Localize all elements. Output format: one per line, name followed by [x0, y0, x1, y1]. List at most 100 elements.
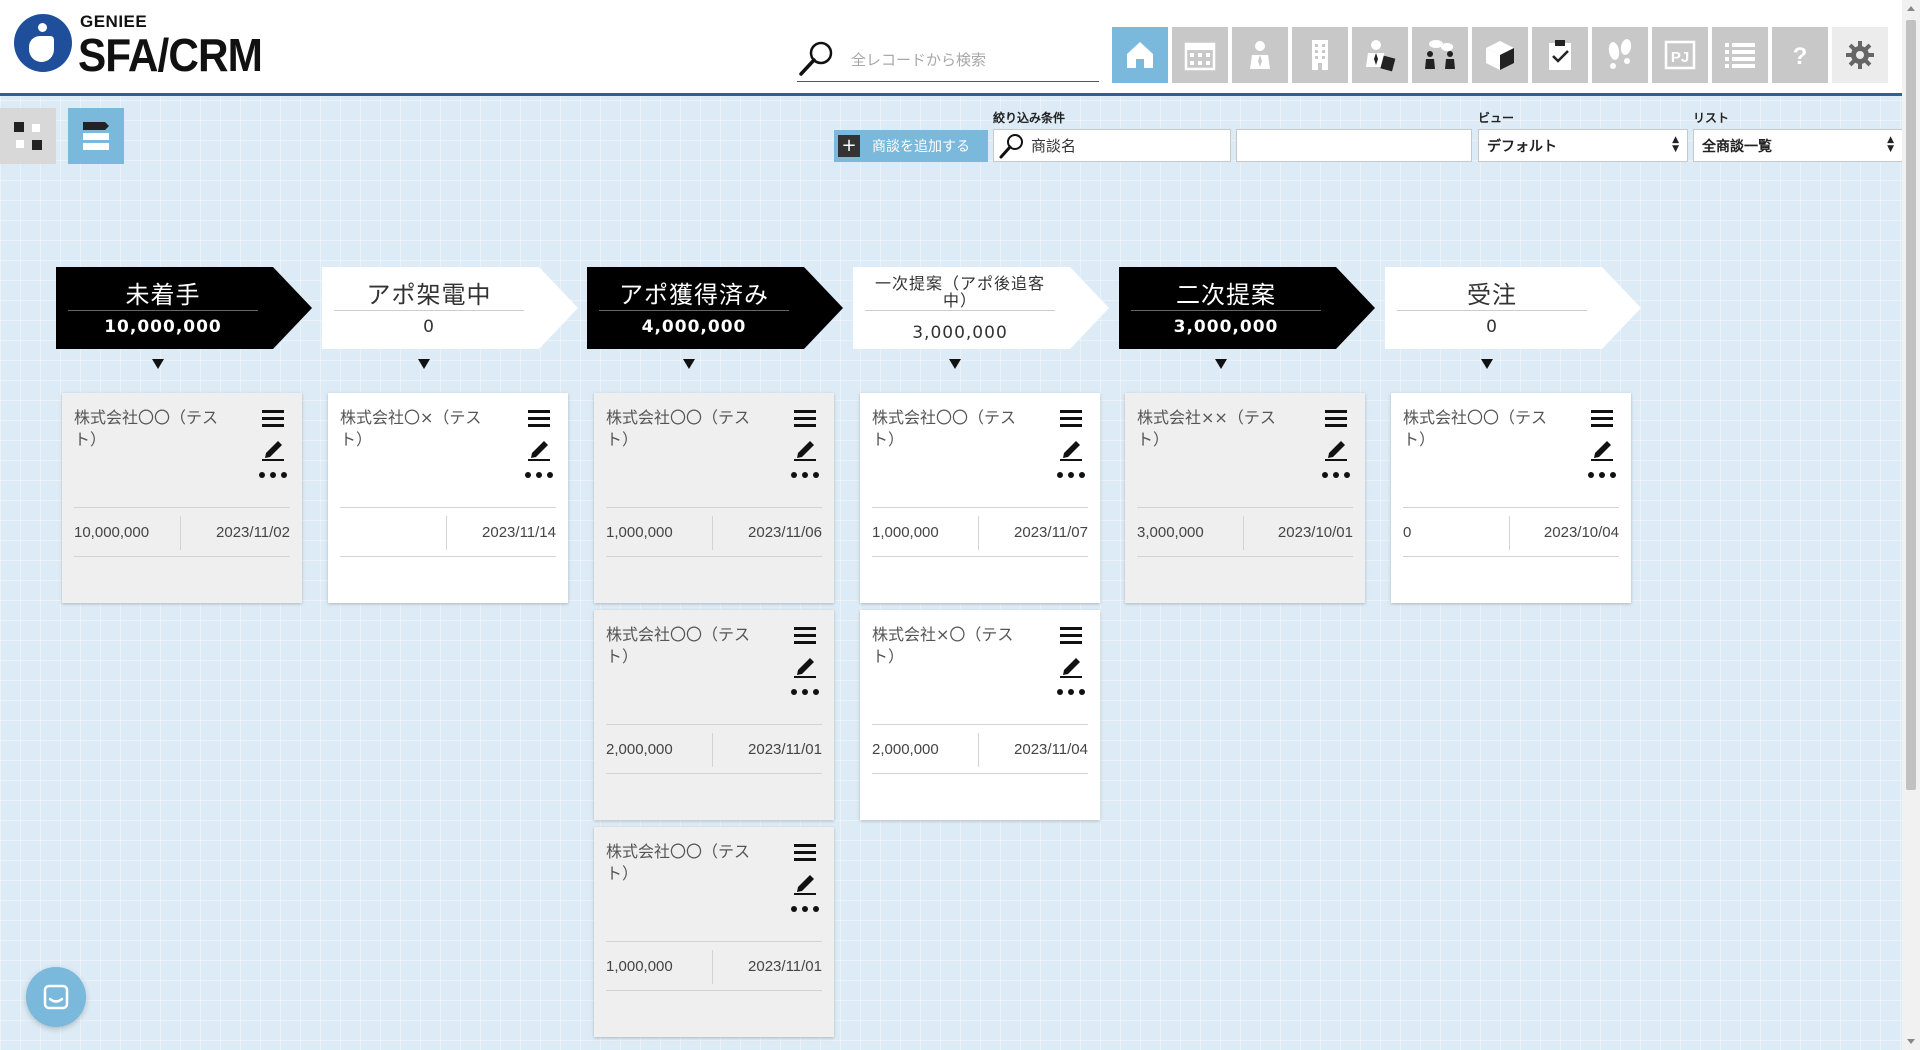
- edit-pencil-icon[interactable]: [262, 439, 284, 461]
- stage-header[interactable]: 二次提案 3,000,000: [1119, 267, 1375, 369]
- deal-card[interactable]: 株式会社××（テスト） 3,000,000 2023/10/01: [1125, 393, 1365, 603]
- deal-company[interactable]: 株式会社〇〇（テスト）: [872, 407, 1032, 451]
- more-dots-icon[interactable]: [1587, 471, 1617, 479]
- caret-down-icon[interactable]: [683, 359, 695, 369]
- more-dots-icon[interactable]: [1056, 471, 1086, 479]
- select-arrows-icon: ▲ ▼: [1672, 135, 1679, 154]
- deal-card[interactable]: 株式会社〇×（テスト） 2023/11/14: [328, 393, 568, 603]
- menu-icon[interactable]: [1060, 409, 1082, 429]
- caret-down-icon[interactable]: [152, 359, 164, 369]
- building-icon[interactable]: [1292, 27, 1348, 83]
- edit-pencil-icon[interactable]: [1060, 439, 1082, 461]
- more-dots-icon[interactable]: [258, 471, 288, 479]
- filter-keyword-input[interactable]: [1236, 129, 1472, 162]
- more-dots-icon[interactable]: [790, 905, 820, 913]
- deal-card[interactable]: 株式会社〇〇（テスト） 2,000,000 2023/11/01: [594, 610, 834, 820]
- menu-icon[interactable]: [794, 843, 816, 863]
- deal-card[interactable]: 株式会社×〇（テスト） 2,000,000 2023/11/04: [860, 610, 1100, 820]
- list-icon[interactable]: [1712, 27, 1768, 83]
- caret-down-icon[interactable]: [1481, 359, 1493, 369]
- main-nav: PJ ?: [1112, 27, 1888, 83]
- task-clipboard-icon[interactable]: [1532, 27, 1588, 83]
- deal-card[interactable]: 株式会社〇〇（テスト） 10,000,000 2023/11/02: [62, 393, 302, 603]
- project-pj-icon[interactable]: PJ: [1652, 27, 1708, 83]
- list-select[interactable]: 全商談一覧 ▲ ▼: [1693, 129, 1903, 162]
- more-dots-icon[interactable]: [524, 471, 554, 479]
- divider: [1243, 516, 1244, 550]
- deal-company[interactable]: 株式会社〇〇（テスト）: [1403, 407, 1563, 451]
- view-label: ビュー: [1478, 111, 1515, 125]
- deal-card[interactable]: 株式会社〇〇（テスト） 1,000,000 2023/11/06: [594, 393, 834, 603]
- more-dots-icon[interactable]: [790, 688, 820, 696]
- deal-company[interactable]: 株式会社××（テスト）: [1137, 407, 1297, 451]
- stage-header[interactable]: 受注 0: [1385, 267, 1641, 369]
- edit-pencil-icon[interactable]: [1591, 439, 1613, 461]
- deal-info-row: 0 2023/10/04: [1403, 507, 1619, 557]
- menu-icon[interactable]: [794, 409, 816, 429]
- deal-amount: 2,000,000: [872, 741, 939, 758]
- contact-person-icon[interactable]: [1232, 27, 1288, 83]
- caret-down-icon[interactable]: [949, 359, 961, 369]
- edit-pencil-icon[interactable]: [1060, 656, 1082, 678]
- caret-down-icon[interactable]: [418, 359, 430, 369]
- add-deal-button[interactable]: + 商談を追加する: [834, 130, 988, 162]
- svg-text:PJ: PJ: [1671, 49, 1689, 66]
- home-icon[interactable]: [1112, 27, 1168, 83]
- calendar-icon[interactable]: [1172, 27, 1228, 83]
- app-logo[interactable]: GENIEE SFA/CRM: [14, 12, 274, 82]
- scrollbar-thumb[interactable]: [1906, 20, 1916, 790]
- edit-pencil-icon[interactable]: [794, 873, 816, 895]
- filter-field-select[interactable]: 商談名: [993, 129, 1231, 162]
- scroll-up-arrow-icon[interactable]: [1907, 6, 1915, 11]
- deal-card[interactable]: 株式会社〇〇（テスト） 0 2023/10/04: [1391, 393, 1631, 603]
- more-dots-icon[interactable]: [1056, 688, 1086, 696]
- stage-amount: 4,000,000: [641, 317, 747, 337]
- deal-info-row: 1,000,000 2023/11/06: [606, 507, 822, 557]
- deal-card[interactable]: 株式会社〇〇（テスト） 1,000,000 2023/11/07: [860, 393, 1100, 603]
- deal-company[interactable]: 株式会社〇〇（テスト）: [606, 841, 766, 885]
- stage-header[interactable]: アポ獲得済み 4,000,000: [587, 267, 843, 369]
- divider: [712, 733, 713, 767]
- help-icon[interactable]: ?: [1772, 27, 1828, 83]
- product-box-icon[interactable]: [1472, 27, 1528, 83]
- deal-person-icon[interactable]: [1352, 27, 1408, 83]
- menu-icon[interactable]: [1060, 626, 1082, 646]
- deal-company[interactable]: 株式会社〇〇（テスト）: [606, 624, 766, 668]
- settings-gear-icon[interactable]: [1832, 27, 1888, 83]
- deal-amount: 1,000,000: [606, 524, 673, 541]
- footprint-icon[interactable]: [1592, 27, 1648, 83]
- deal-company[interactable]: 株式会社〇〇（テスト）: [74, 407, 234, 451]
- page-scrollbar[interactable]: [1902, 0, 1920, 1050]
- view-select[interactable]: デフォルト ▲ ▼: [1478, 129, 1688, 162]
- deal-date: 2023/11/07: [1014, 524, 1088, 541]
- stage-header[interactable]: 未着手 10,000,000: [56, 267, 312, 369]
- menu-icon[interactable]: [794, 626, 816, 646]
- deal-company[interactable]: 株式会社×〇（テスト）: [872, 624, 1032, 668]
- search-icon[interactable]: [797, 38, 837, 78]
- stage-name: 二次提案: [1131, 275, 1321, 311]
- caret-down-icon[interactable]: [1215, 359, 1227, 369]
- stage-header[interactable]: アポ架電中 0: [322, 267, 578, 369]
- search-input[interactable]: [851, 48, 1091, 72]
- filter-field-value: 商談名: [1031, 137, 1077, 155]
- more-dots-icon[interactable]: [1321, 471, 1351, 479]
- kanban-view-toggle[interactable]: [68, 108, 124, 164]
- scroll-down-arrow-icon[interactable]: [1907, 1039, 1915, 1044]
- edit-pencil-icon[interactable]: [794, 439, 816, 461]
- edit-pencil-icon[interactable]: [1325, 439, 1347, 461]
- edit-pencil-icon[interactable]: [528, 439, 550, 461]
- menu-icon[interactable]: [528, 409, 550, 429]
- edit-pencil-icon[interactable]: [794, 656, 816, 678]
- stage-header[interactable]: 一次提案（アポ後追客中） 3,000,000: [853, 267, 1109, 369]
- menu-icon[interactable]: [262, 409, 284, 429]
- more-dots-icon[interactable]: [790, 471, 820, 479]
- deal-card[interactable]: 株式会社〇〇（テスト） 1,000,000 2023/11/01: [594, 827, 834, 1037]
- menu-icon[interactable]: [1591, 409, 1613, 429]
- deal-company[interactable]: 株式会社〇×（テスト）: [340, 407, 500, 451]
- deal-company[interactable]: 株式会社〇〇（テスト）: [606, 407, 766, 451]
- meeting-icon[interactable]: [1412, 27, 1468, 83]
- deal-amount: 0: [1403, 524, 1412, 541]
- menu-icon[interactable]: [1325, 409, 1347, 429]
- chat-support-button[interactable]: [26, 967, 86, 1027]
- board-view-toggle[interactable]: [0, 108, 56, 164]
